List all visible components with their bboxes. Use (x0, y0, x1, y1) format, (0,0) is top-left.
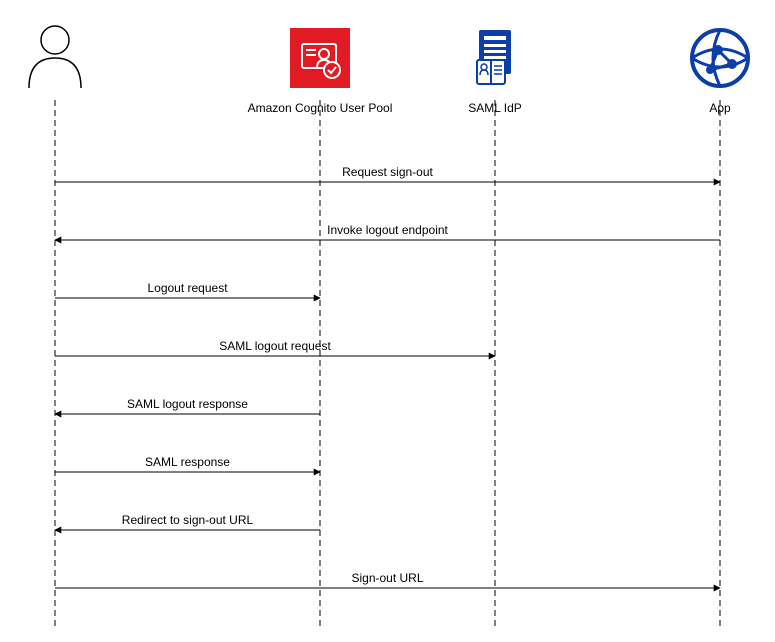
message-label: SAML logout request (219, 339, 331, 353)
saml-idp-icon (477, 30, 511, 84)
cognito-icon (290, 28, 350, 88)
message-label: Invoke logout endpoint (327, 223, 448, 237)
message-label: Logout request (147, 281, 228, 295)
message-label: SAML logout response (127, 397, 248, 411)
message-label: Redirect to sign-out URL (122, 513, 254, 527)
message-label: Sign-out URL (351, 571, 423, 585)
message-label: SAML response (145, 455, 230, 469)
sequence-diagram: Amazon Cognito User Pool SAML IdP (0, 0, 775, 642)
user-icon (29, 26, 81, 88)
app-icon (692, 30, 748, 86)
message-label: Request sign-out (342, 165, 433, 179)
